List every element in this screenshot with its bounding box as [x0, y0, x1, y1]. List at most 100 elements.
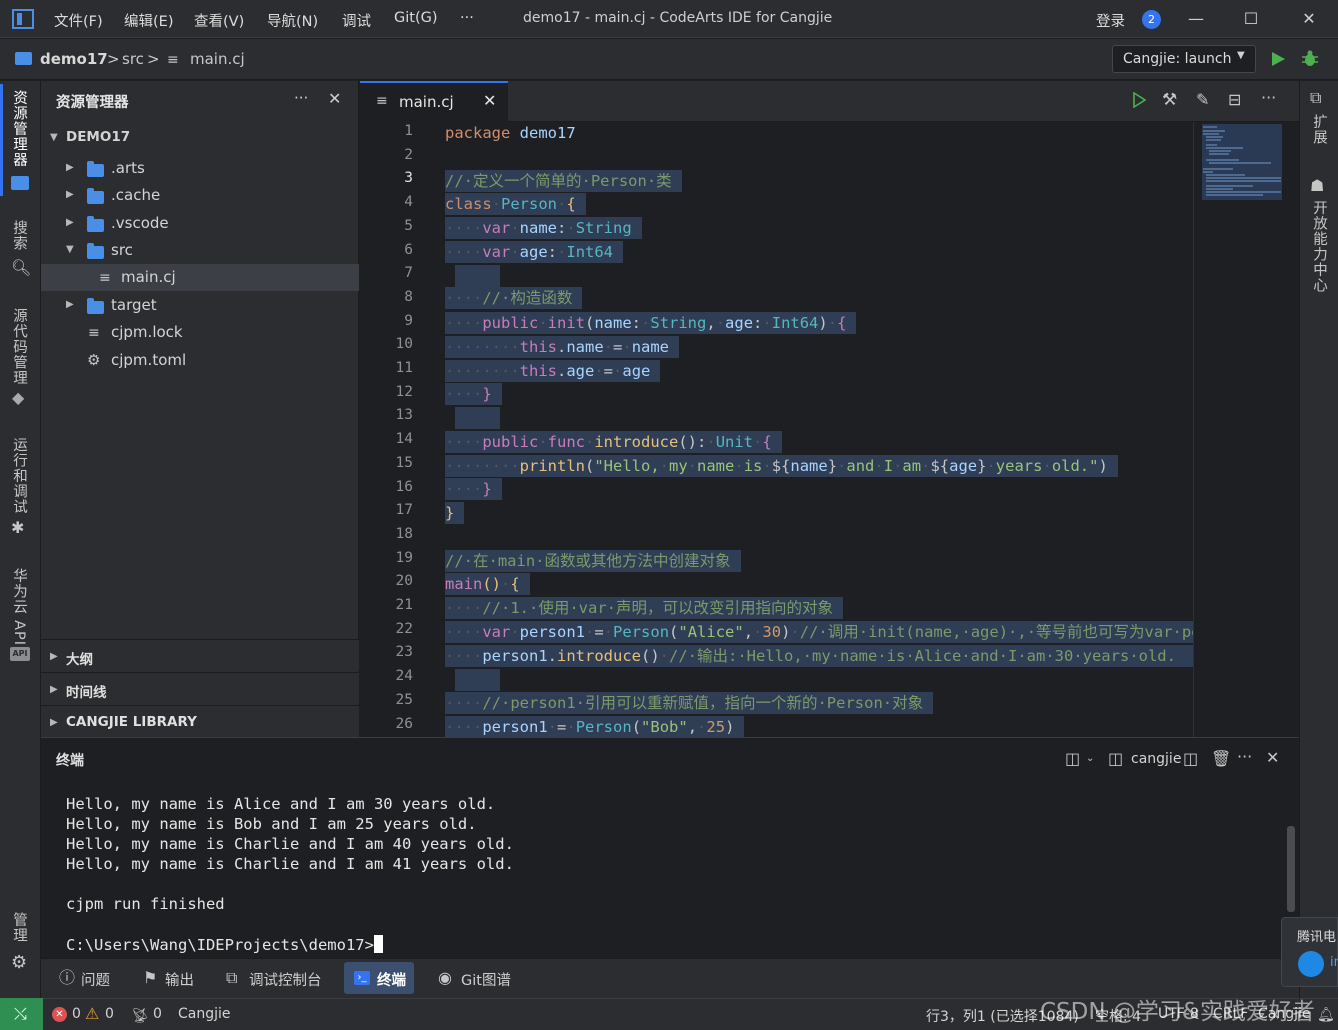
breadcrumb-file[interactable]: main.cj [190, 50, 245, 68]
tab-git-graph[interactable]: Git图谱 [461, 969, 511, 990]
close-sidebar-icon[interactable]: ✕ [328, 89, 341, 108]
edit-pencil-icon[interactable]: ✎ [1196, 92, 1209, 108]
minimize-icon[interactable]: — [1183, 6, 1209, 32]
close-tab-icon[interactable]: ✕ [483, 91, 496, 110]
run-file-icon[interactable] [1131, 92, 1147, 108]
activity-manage[interactable]: 管理 [9, 912, 30, 943]
tab-debug-console[interactable]: 调试控制台 [249, 969, 322, 990]
code-line[interactable]: package demo17 [445, 122, 586, 144]
code-line[interactable]: ········println("Hello,·my·name·is·${nam… [445, 455, 1118, 477]
code-line[interactable]: ····public·init(name:·String,·age:·Int64… [445, 312, 857, 334]
menu-view[interactable]: 查看(V) [194, 10, 244, 31]
menu-more[interactable]: ··· [460, 10, 474, 26]
code-line[interactable]: ····var·person1·=·Person("Alice",·30)·//… [445, 621, 1193, 643]
active-indicator [0, 84, 3, 196]
section-timeline[interactable]: ▶ 时间线 [41, 672, 359, 704]
tree-root[interactable]: ▼ DEMO17 [41, 124, 359, 151]
terminal-prompt[interactable]: C:\Users\Wang\IDEProjects\demo17> [66, 935, 383, 954]
code-line[interactable]: //·在·main·函数或其他方法中创建对象 [445, 550, 741, 572]
more-actions-icon[interactable]: ··· [294, 89, 308, 107]
code-line[interactable]: ····} [445, 478, 502, 500]
code-line[interactable]: ····var·age:·Int64 [445, 241, 624, 263]
tree-item-target[interactable]: ▶ target [41, 292, 359, 319]
code-line[interactable]: ····var·name:·String [445, 217, 642, 239]
code-line[interactable]: ········this.name·=·name [445, 336, 680, 358]
code-line[interactable]: ····person1·=·Person("Bob",·25) [445, 716, 745, 737]
split-pane-icon[interactable]: ◫ [1183, 751, 1198, 767]
more-actions-icon[interactable]: ··· [1237, 749, 1252, 765]
floating-widget[interactable]: 腾讯电 in [1281, 917, 1338, 987]
code-line[interactable]: ········this.age·=·age [445, 360, 661, 382]
git-diamond-icon[interactable]: ◆ [12, 390, 24, 406]
breadcrumb-project[interactable]: demo17 [40, 50, 108, 68]
extensions-puzzle-icon[interactable]: ⧉ [1310, 90, 1321, 106]
tree-item-cjpm-toml[interactable]: ⚙ cjpm.toml [41, 347, 359, 374]
code-line[interactable]: ····//·person1·引用可以重新赋值，指向一个新的·Person·对象 [445, 692, 934, 714]
tree-item-cjpm-lock[interactable]: ≡ cjpm.lock [41, 319, 359, 346]
menu-debug[interactable]: 调试 [342, 10, 371, 31]
activity-search[interactable]: 搜索 [9, 220, 30, 251]
terminal-shell-label[interactable]: cangjie [1131, 751, 1181, 767]
tree-item-vscode[interactable]: ▶ .vscode [41, 210, 359, 237]
activity-explorer[interactable]: 资源管理器 [9, 90, 30, 168]
error-count[interactable]: 0 [72, 1006, 81, 1022]
maximize-icon[interactable]: ☐ [1238, 6, 1264, 32]
tree-item-src[interactable]: ▼ src [41, 237, 359, 264]
activity-scm[interactable]: 源代码管理 [9, 308, 30, 386]
split-terminal-icon[interactable]: ◫ [1065, 751, 1080, 767]
code-line[interactable]: //·定义一个简单的·Person·类 [445, 170, 682, 192]
menu-git[interactable]: Git(G) [394, 10, 438, 26]
tab-terminal[interactable]: 终端 [377, 969, 406, 990]
debug-bug-icon[interactable] [1301, 50, 1319, 68]
run-config-select[interactable]: Cangjie: launch ▼ [1112, 45, 1256, 73]
menu-navigate[interactable]: 导航(N) [267, 10, 318, 31]
code-line[interactable]: } [445, 502, 465, 524]
tree-item-arts[interactable]: ▶ .arts [41, 155, 359, 182]
notification-badge[interactable]: 2 [1142, 10, 1161, 29]
tree-item-main-cj[interactable]: ≡ main.cj [41, 264, 359, 291]
close-window-icon[interactable]: ✕ [1296, 6, 1322, 32]
activity-run-debug[interactable]: 运行和调试 [9, 437, 30, 515]
section-cangjie-library[interactable]: ▶ CANGJIE LIBRARY [41, 705, 359, 737]
section-outline[interactable]: ▶ 大纲 [41, 639, 359, 671]
more-actions-icon[interactable]: ··· [1261, 90, 1276, 106]
code-line[interactable]: ····public·func·introduce():·Unit·{ [445, 431, 782, 453]
tab-output[interactable]: 输出 [165, 969, 194, 990]
tree-item-cache[interactable]: ▶ .cache [41, 182, 359, 209]
chevron-down-icon[interactable]: ⌄ [1086, 751, 1094, 767]
activity-cloud-api[interactable]: 华为云 API [9, 568, 30, 646]
build-hammer-icon[interactable]: ⚒ [1162, 92, 1177, 109]
code-line[interactable]: ····//·构造函数 [445, 287, 583, 309]
prompt-text: C:\Users\Wang\IDEProjects\demo17> [66, 936, 374, 954]
notifications-bell-icon[interactable]: 🔔︎ [1317, 1007, 1335, 1023]
code-line[interactable]: ····//·1.·使用·var·声明，可以改变引用指向的对象 [445, 597, 843, 619]
tab-problems[interactable]: 问题 [81, 969, 110, 990]
minimap[interactable] [1193, 122, 1299, 737]
open-center-icon[interactable]: ☗ [1310, 178, 1324, 194]
explorer-folder-icon[interactable] [11, 176, 29, 190]
terminal-scrollbar[interactable] [1287, 826, 1295, 912]
trash-icon[interactable]: 🗑︎ [1211, 751, 1231, 767]
code-line[interactable]: main()·{ [445, 573, 530, 595]
gear-icon[interactable]: ⚙ [11, 954, 27, 972]
language-server-status[interactable]: Cangjie [178, 1006, 231, 1022]
menu-file[interactable]: 文件(F) [54, 10, 103, 31]
warning-count[interactable]: 0 [105, 1006, 114, 1022]
code-line[interactable]: ····} [445, 383, 502, 405]
search-icon[interactable]: 🔍︎ [11, 260, 31, 276]
menu-edit[interactable]: 编辑(E) [124, 10, 173, 31]
split-editor-icon[interactable]: ⊟ [1228, 92, 1241, 108]
bug-icon[interactable]: ✱ [11, 520, 24, 536]
rightbar-open-center[interactable]: 开放能力中心 [1309, 200, 1330, 293]
run-icon[interactable] [1270, 51, 1286, 67]
breadcrumb-folder[interactable]: src [122, 50, 144, 68]
rightbar-extensions[interactable]: 扩展 [1309, 114, 1330, 145]
remote-indicator[interactable]: ⤯ [0, 998, 43, 1030]
api-icon[interactable]: API [10, 647, 30, 661]
code-line[interactable]: class·Person·{ [445, 193, 586, 215]
close-panel-icon[interactable]: ✕ [1266, 750, 1279, 766]
code-line[interactable]: ····person1.introduce()·//·输出:·Hello,·my… [445, 645, 1193, 667]
tab-main-cj[interactable]: ≡ main.cj ✕ [360, 81, 508, 122]
ports-count[interactable]: 0 [153, 1006, 162, 1022]
login-button[interactable]: 登录 [1096, 10, 1125, 31]
